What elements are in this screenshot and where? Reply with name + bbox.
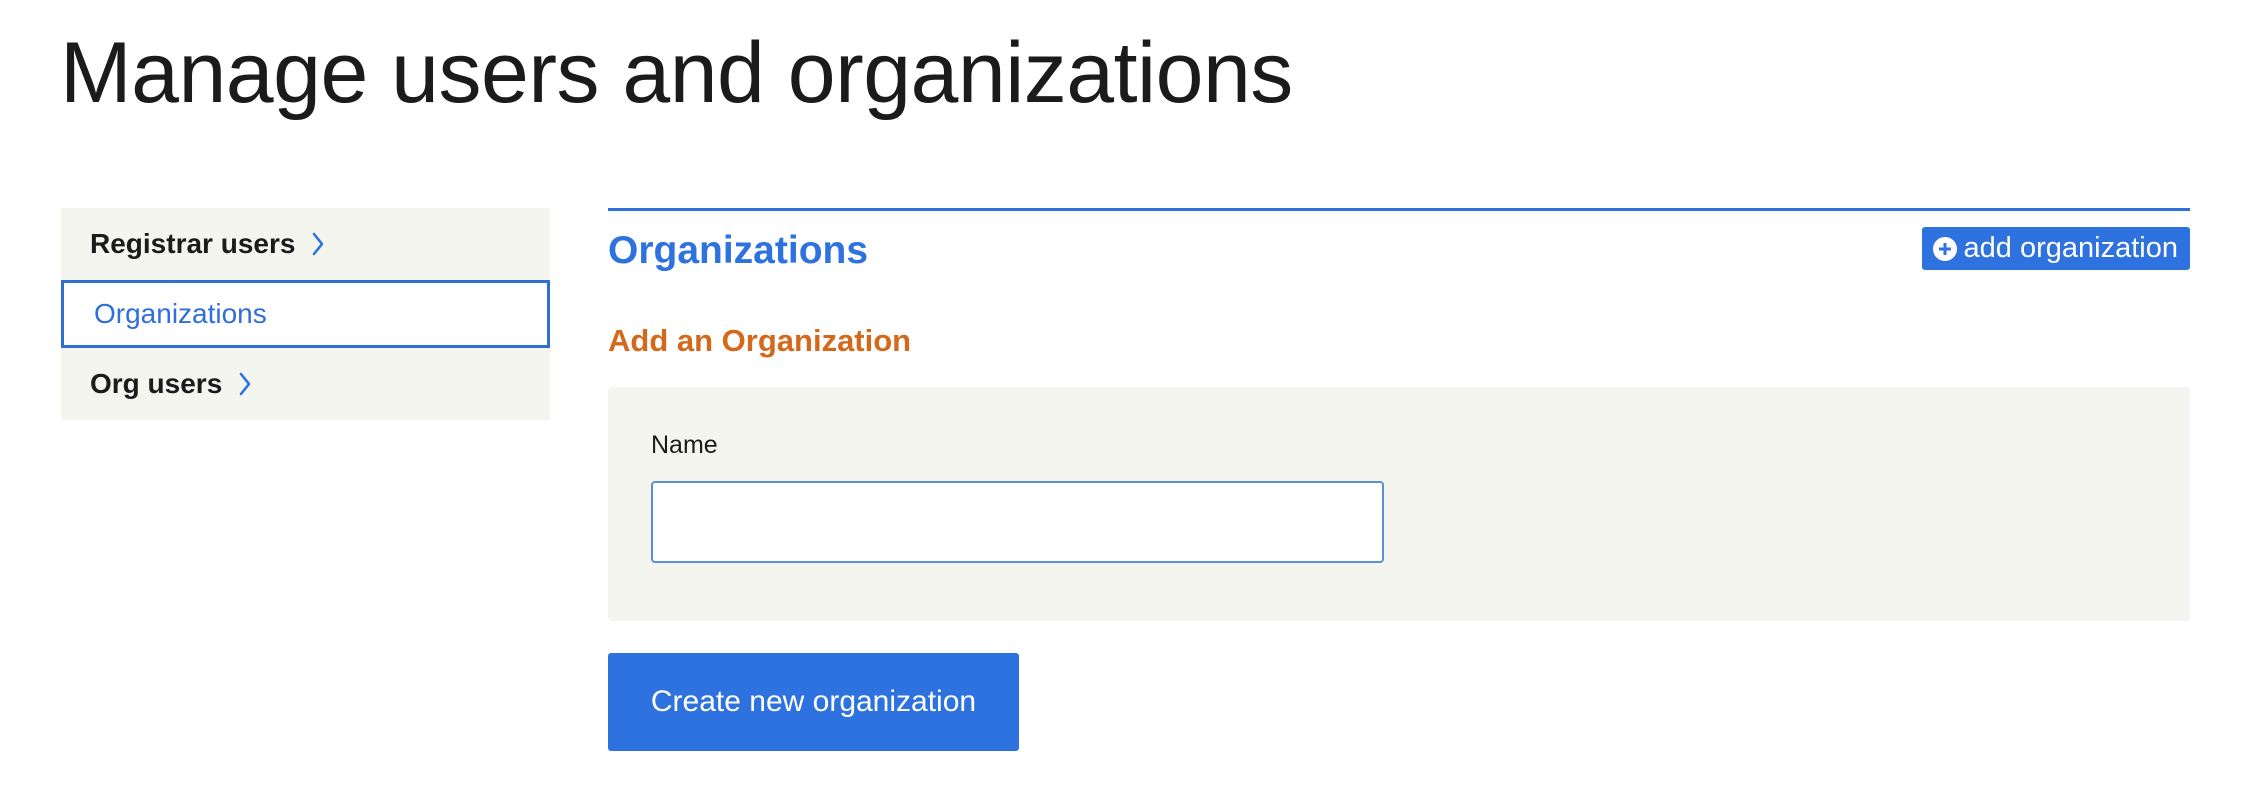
chevron-right-icon [311,231,325,257]
add-organization-form: Name [608,387,2190,621]
section-title: Organizations [608,229,869,272]
form-title: Add an Organization [608,323,912,358]
section-header: Organizations add organization [608,211,2190,293]
page-title: Manage users and organizations [60,25,1293,121]
main-content: Organizations add organization Add an Or… [608,208,2190,751]
name-label: Name [651,431,718,459]
page: Manage users and organizations Registrar… [0,0,2250,810]
plus-circle-icon [1932,236,1958,262]
sidebar-nav: Registrar users Organizations Org users [61,208,550,420]
add-organization-button[interactable]: add organization [1921,227,2190,270]
sidebar-item-label: Org users [90,368,223,399]
chevron-right-icon [238,371,252,397]
name-input[interactable] [651,481,1384,563]
sidebar-item-org-users[interactable]: Org users [61,348,550,420]
sidebar-item-label: Organizations [94,298,267,329]
sidebar-item-registrar-users[interactable]: Registrar users [61,208,550,280]
sidebar-item-label: Registrar users [90,228,296,259]
create-organization-button[interactable]: Create new organization [608,653,1019,751]
sidebar-item-organizations[interactable]: Organizations [61,280,550,348]
add-organization-label: add organization [1963,232,2178,264]
